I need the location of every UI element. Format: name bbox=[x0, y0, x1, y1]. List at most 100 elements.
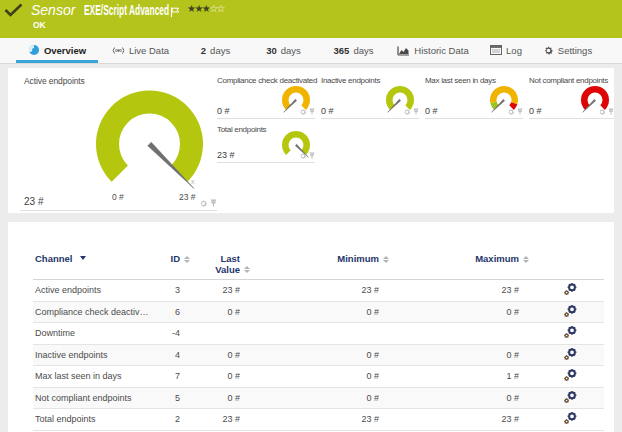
priority-stars[interactable]: ★★★☆☆ bbox=[187, 3, 224, 14]
cell-id: 3 bbox=[150, 280, 180, 302]
cell-last-value: 0 # bbox=[180, 387, 240, 409]
star-icon: ★ bbox=[194, 3, 201, 14]
channel-settings-gears-icon[interactable] bbox=[563, 282, 578, 296]
cell-minimum: 0 # bbox=[240, 387, 379, 409]
cell-channel[interactable]: Not compliant endpoints bbox=[33, 387, 150, 409]
tab-2-days[interactable]: 2 days bbox=[193, 38, 238, 63]
tab-365-days-unit: days bbox=[353, 45, 373, 56]
tile-pin-icon[interactable] bbox=[210, 199, 217, 208]
tile-pin-icon[interactable] bbox=[309, 152, 315, 160]
channel-settings-gears-icon[interactable] bbox=[563, 325, 578, 339]
channel-settings-gears-icon[interactable] bbox=[563, 304, 578, 318]
channel-row[interactable]: Inactive endpoints 4 0 # 0 # 0 # bbox=[33, 344, 604, 366]
tab-log[interactable]: Log bbox=[482, 38, 530, 63]
channel-row[interactable]: Not compliant endpoints 5 0 # 0 # 0 # bbox=[33, 387, 604, 409]
cell-channel[interactable]: Max last seen in days bbox=[33, 366, 150, 388]
tab-live-data-label: Live Data bbox=[129, 45, 169, 56]
gauge-tile-max-last-seen: Max last seen in days 0 # bbox=[425, 72, 523, 119]
cell-minimum: 0 # bbox=[240, 366, 379, 388]
tile-pin-icon[interactable] bbox=[413, 108, 419, 116]
column-header-settings bbox=[519, 244, 604, 280]
column-header-minimum[interactable]: Minimum bbox=[240, 244, 379, 280]
sort-carets-icon bbox=[383, 254, 389, 263]
tile-pin-icon[interactable] bbox=[309, 108, 315, 116]
channel-row[interactable]: Compliance check deactivated 6 0 # 0 # 0… bbox=[33, 301, 604, 323]
live-data-icon bbox=[112, 45, 125, 56]
channel-settings-gears-icon[interactable] bbox=[563, 411, 578, 425]
settings-gear-icon bbox=[543, 45, 554, 56]
cell-minimum bbox=[240, 323, 379, 345]
cell-maximum: 23 # bbox=[379, 409, 519, 431]
cell-channel[interactable]: Total endpoints bbox=[33, 409, 150, 431]
tile-gear-icon[interactable] bbox=[598, 108, 606, 116]
channel-settings-gears-icon[interactable] bbox=[563, 390, 578, 404]
gauges-panel: Active endpoints 0 # 23 # x 23 # Complia… bbox=[8, 68, 614, 213]
channel-row[interactable]: Downtime -4 bbox=[33, 323, 604, 345]
gauge-title: Not compliant endpoints bbox=[529, 76, 608, 85]
tile-gear-icon[interactable] bbox=[199, 199, 208, 208]
cell-channel[interactable]: Downtime bbox=[33, 323, 150, 345]
cell-channel[interactable]: Compliance check deactivated bbox=[33, 301, 150, 323]
tile-pin-icon[interactable] bbox=[517, 108, 523, 116]
cell-minimum: 0 # bbox=[240, 344, 379, 366]
tile-gear-icon[interactable] bbox=[299, 108, 307, 116]
cell-minimum: 23 # bbox=[240, 409, 379, 431]
tab-bar: Overview Live Data 2 days 30 days 365 da… bbox=[0, 38, 622, 64]
channel-settings-gears-icon[interactable] bbox=[563, 368, 578, 382]
channel-row[interactable]: Active endpoints 3 23 # 23 # 23 # bbox=[33, 280, 604, 302]
cell-channel-settings[interactable] bbox=[519, 301, 604, 323]
cell-channel-settings[interactable] bbox=[519, 323, 604, 345]
cell-channel-settings[interactable] bbox=[519, 387, 604, 409]
cell-minimum: 23 # bbox=[240, 280, 379, 302]
sort-carets-icon bbox=[523, 254, 529, 263]
column-header-maximum[interactable]: Maximum bbox=[379, 244, 519, 280]
tab-30-days-unit: days bbox=[281, 45, 301, 56]
cell-last-value: 0 # bbox=[180, 344, 240, 366]
tab-30-days[interactable]: 30 days bbox=[257, 38, 310, 63]
tile-pin-icon[interactable] bbox=[608, 108, 614, 116]
channels-table-panel: Channel ID LastValue Minimum Maximum bbox=[8, 222, 614, 432]
channel-row[interactable]: Max last seen in days 7 0 # 0 # 1 # bbox=[33, 366, 604, 388]
tab-live-data[interactable]: Live Data bbox=[108, 38, 173, 63]
column-header-channel[interactable]: Channel bbox=[33, 244, 150, 280]
gauge-title: Total endpoints bbox=[217, 125, 266, 134]
gauge-value: 23 # bbox=[24, 196, 43, 207]
cell-channel[interactable]: Active endpoints bbox=[33, 280, 150, 302]
tile-gear-icon[interactable] bbox=[507, 108, 515, 116]
tab-settings[interactable]: Settings bbox=[535, 38, 600, 63]
cell-channel-settings[interactable] bbox=[519, 344, 604, 366]
tab-historic-data[interactable]: Historic Data bbox=[390, 38, 476, 63]
star-icon: ☆ bbox=[217, 3, 224, 14]
cell-last-value: 23 # bbox=[180, 409, 240, 431]
cell-channel-settings[interactable] bbox=[519, 366, 604, 388]
gauge-tile-not-compliant: Not compliant endpoints 0 # bbox=[529, 72, 614, 119]
table-header-row: Channel ID LastValue Minimum Maximum bbox=[33, 244, 604, 280]
log-icon bbox=[490, 45, 502, 55]
flag-icon[interactable] bbox=[170, 4, 180, 22]
channel-settings-gears-icon[interactable] bbox=[563, 347, 578, 361]
sensor-status-badge: OK bbox=[33, 20, 46, 30]
historic-data-icon bbox=[397, 45, 410, 56]
status-ok-check-icon bbox=[4, 3, 23, 17]
column-header-id[interactable]: ID bbox=[150, 244, 180, 280]
sensor-header: Sensor EXE/Script Advanced ★★★☆☆ OK bbox=[0, 0, 622, 38]
cell-maximum: 0 # bbox=[379, 344, 519, 366]
channel-row[interactable]: Total endpoints 2 23 # 23 # 23 # bbox=[33, 409, 604, 431]
tab-365-days[interactable]: 365 days bbox=[323, 38, 384, 63]
tab-log-label: Log bbox=[506, 45, 522, 56]
tab-overview[interactable]: Overview bbox=[16, 38, 98, 63]
cell-minimum: 0 # bbox=[240, 301, 379, 323]
cell-id: 6 bbox=[150, 301, 180, 323]
cell-channel-settings[interactable] bbox=[519, 280, 604, 302]
cell-maximum: 23 # bbox=[379, 280, 519, 302]
tab-overview-label: Overview bbox=[44, 45, 86, 56]
cell-id: 7 bbox=[150, 366, 180, 388]
cell-channel-settings[interactable] bbox=[519, 409, 604, 431]
cell-channel[interactable]: Inactive endpoints bbox=[33, 344, 150, 366]
needle-tip-marker: x bbox=[191, 178, 195, 185]
overview-icon bbox=[28, 44, 40, 56]
sensor-name: EXE/Script Advanced bbox=[84, 1, 169, 18]
gauge-value: 0 # bbox=[217, 106, 230, 116]
tile-gear-icon[interactable] bbox=[299, 152, 307, 160]
tile-gear-icon[interactable] bbox=[403, 108, 411, 116]
